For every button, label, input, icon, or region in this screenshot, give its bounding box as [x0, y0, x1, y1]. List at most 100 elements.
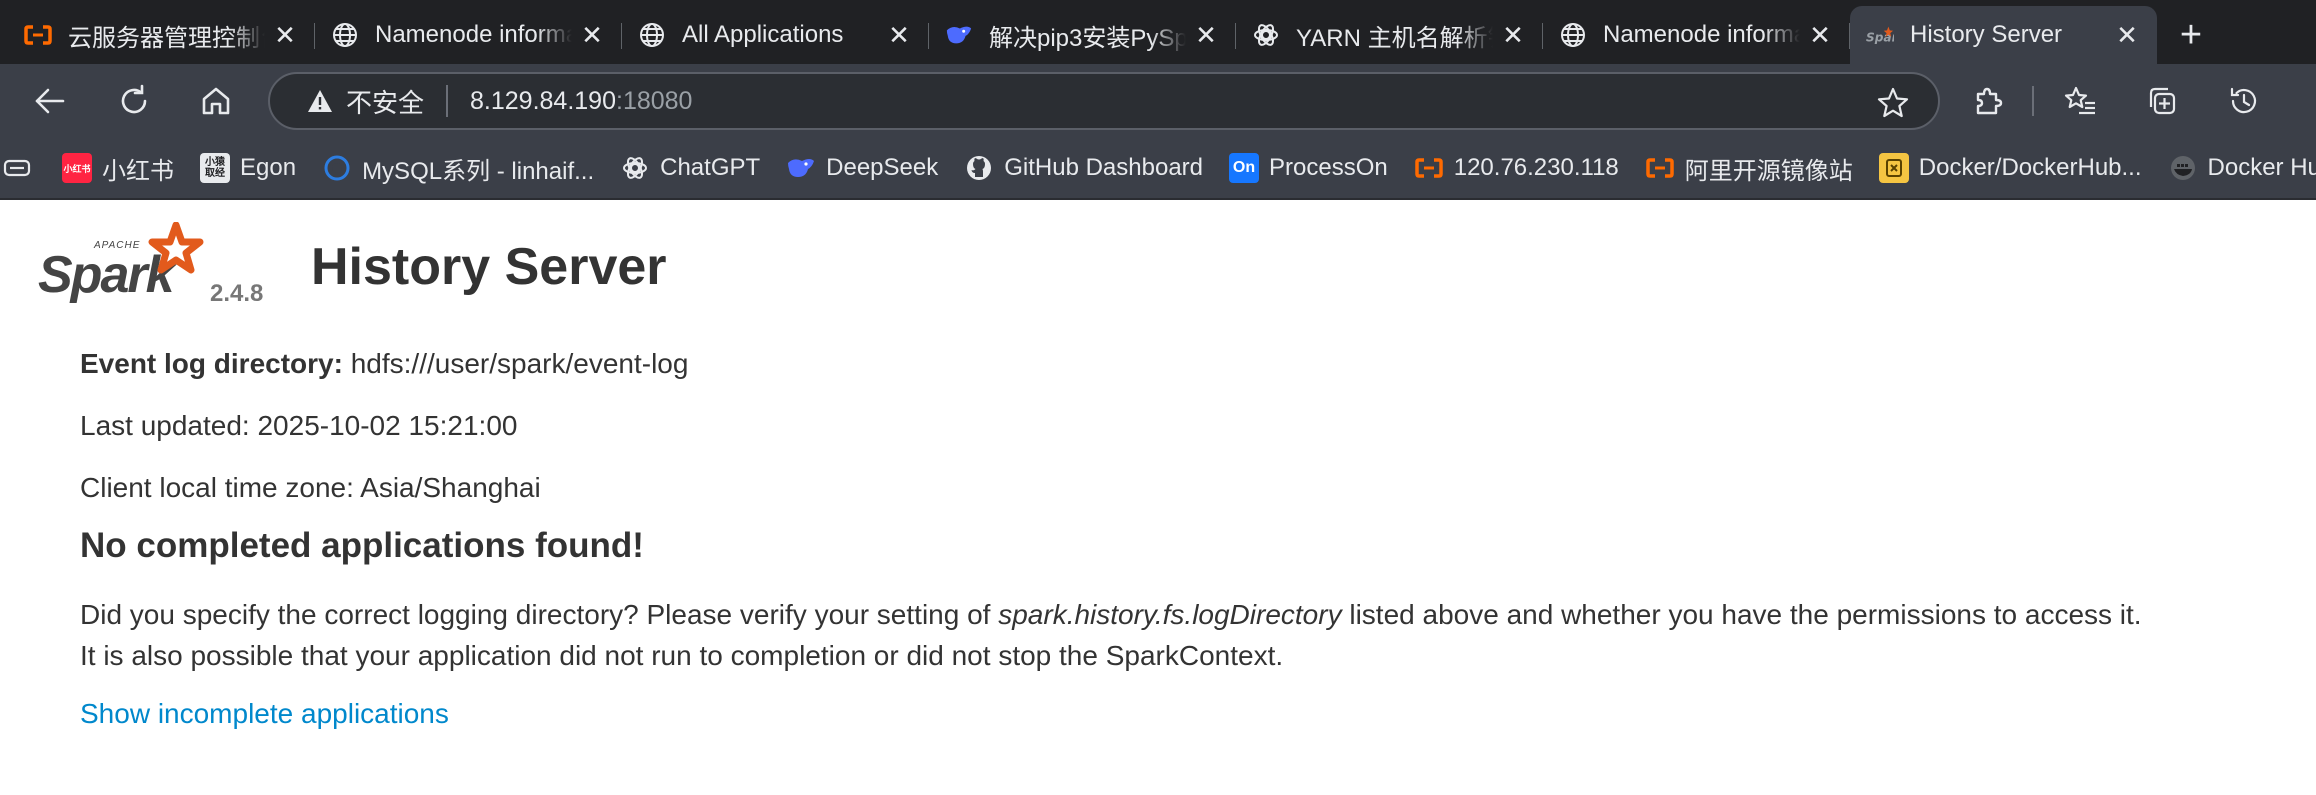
deepseek-icon: [786, 153, 816, 183]
log-directory-setting: spark.history.fs.logDirectory: [998, 599, 1342, 630]
no-applications-message: Did you specify the correct logging dire…: [80, 594, 2300, 676]
page-title: History Server: [311, 238, 667, 296]
xiaohongshu-icon: 小红书: [62, 153, 92, 183]
address-bar[interactable]: 不安全 8.129.84.190:18080: [268, 72, 1940, 130]
arrow-left-icon: [35, 88, 65, 114]
tab-namenode-2[interactable]: Namenode information ✕: [1543, 9, 1850, 61]
bookmark-label: MySQL系列 - linhaif...: [362, 157, 595, 185]
bookmarks-bar: 小红书 小红书 小猿 取经 Egon MySQL系列 - linhaif... …: [0, 138, 2316, 200]
toolbar-actions: [1960, 64, 2298, 138]
tab-history-server[interactable]: Spark History Server ✕: [1850, 6, 2157, 64]
bookmark-processon[interactable]: On ProcessOn: [1229, 153, 1388, 183]
new-tab-button[interactable]: +: [2161, 9, 2221, 61]
message-text: Did you specify the correct logging dire…: [80, 599, 999, 630]
event-log-directory: Event log directory: hdfs:///user/spark/…: [80, 348, 688, 380]
bookmark-label: DeepSeek: [826, 154, 939, 181]
browser-toolbar: 不安全 8.129.84.190:18080: [0, 64, 2316, 138]
bookmark-aliyun-mirror[interactable]: 阿里开源镜像站: [1645, 151, 1853, 186]
bookmark-label: Egon: [240, 154, 297, 181]
tab-yarn-hostname[interactable]: YARN 主机名解析错误 ✕: [1236, 9, 1543, 61]
message-text: It is also possible that your applicatio…: [80, 640, 1284, 671]
egon-icon: 小猿 取经: [200, 153, 230, 183]
bookmark-egon[interactable]: 小猿 取经 Egon: [200, 153, 296, 183]
bookmark-label: 阿里开源镜像站: [1684, 157, 1853, 185]
chatgpt-icon: [620, 153, 650, 183]
bookmark-docker-dockerhub[interactable]: Docker/DockerHub...: [1878, 153, 2142, 183]
reload-button[interactable]: [102, 69, 166, 133]
event-log-label: Event log directory:: [80, 348, 343, 379]
reload-icon: [121, 84, 147, 114]
url-port[interactable]: :18080: [616, 87, 692, 116]
client-timezone: Client local time zone: Asia/Shanghai: [80, 472, 541, 503]
docker-icon: [2168, 153, 2198, 183]
deepseek-icon: [945, 21, 973, 49]
aliyun-icon: [1414, 153, 1444, 183]
favorites-list-icon[interactable]: [2052, 73, 2108, 129]
github-icon: [964, 153, 994, 183]
extensions-icon[interactable]: [1960, 73, 2016, 129]
tab-title: Namenode information: [375, 21, 572, 48]
home-icon: [202, 87, 230, 115]
toolbar-divider: [2032, 86, 2034, 116]
docker-bookmark-icon: [1878, 153, 1909, 183]
bookmark-deepseek[interactable]: DeepSeek: [786, 153, 938, 183]
circle-icon: [322, 153, 352, 183]
bookmark-mysql-series[interactable]: MySQL系列 - linhaif...: [322, 151, 594, 186]
globe-icon: [331, 21, 359, 49]
bookmark-120-76-230-118[interactable]: 120.76.230.118: [1414, 153, 1619, 183]
bookmark-xiaohongshu[interactable]: 小红书 小红书: [62, 151, 174, 186]
close-icon[interactable]: ✕: [1192, 20, 1220, 50]
tab-all-applications[interactable]: All Applications ✕: [622, 9, 929, 61]
processon-icon: On: [1229, 153, 1260, 183]
bookmark-label: GitHub Dashboard: [1004, 154, 1204, 181]
event-log-value: hdfs:///user/spark/event-log: [350, 348, 689, 379]
aliyun-icon: [24, 21, 52, 49]
globe-icon: [638, 21, 666, 49]
close-icon[interactable]: ✕: [885, 20, 913, 50]
close-icon[interactable]: ✕: [1806, 20, 1834, 50]
tab-title: Namenode information: [1603, 21, 1800, 48]
collections-icon[interactable]: [2134, 73, 2190, 129]
tab-title: History Server: [1910, 21, 2063, 48]
spark-logo[interactable]: APACHE Spark: [36, 221, 206, 312]
spark-version: 2.4.8: [210, 280, 264, 307]
chatgpt-icon: [1252, 21, 1280, 49]
tab-title: 解决pip3安装PySpark: [989, 24, 1186, 52]
favorite-star-icon[interactable]: [1876, 86, 1910, 120]
bookmark-label: Docker/DockerHub...: [1918, 154, 2142, 181]
tab-title: All Applications: [682, 21, 844, 48]
aliyun-icon: [1645, 153, 1675, 183]
bookmark-chatgpt[interactable]: ChatGPT: [620, 153, 760, 183]
no-applications-heading: No completed applications found!: [80, 526, 644, 565]
back-button[interactable]: [18, 69, 82, 133]
tab-deepseek-pip3[interactable]: 解决pip3安装PySpark ✕: [929, 9, 1236, 61]
bookmark-label: 小红书: [102, 157, 174, 185]
tab-aliyun-console[interactable]: 云服务器管理控制台 ✕: [8, 9, 315, 61]
bookmark-label: Docker Hub: [2207, 154, 2316, 181]
home-button[interactable]: [184, 69, 248, 133]
page-content: APACHE Spark 2.4.8 History Server Event …: [0, 200, 2316, 795]
logo-wordmark: Spark: [38, 246, 178, 304]
message-text: listed above and whether you have the pe…: [1341, 599, 2142, 630]
bookmark-label: 120.76.230.118: [1453, 154, 1619, 181]
address-divider: [446, 85, 449, 117]
close-icon[interactable]: ✕: [2113, 20, 2141, 50]
tab-actions-icon[interactable]: [2, 156, 32, 180]
history-icon[interactable]: [2216, 73, 2272, 129]
tab-title: YARN 主机名解析错误: [1296, 24, 1493, 52]
tab-list: 云服务器管理控制台 ✕ Namenode information ✕ All A…: [0, 0, 2221, 64]
url-host[interactable]: 8.129.84.190: [470, 87, 616, 116]
tab-title: 云服务器管理控制台: [68, 24, 265, 52]
bookmark-docker-hub[interactable]: Docker Hub: [2168, 153, 2316, 183]
show-incomplete-applications-link[interactable]: Show incomplete applications: [80, 698, 449, 730]
tab-strip: 云服务器管理控制台 ✕ Namenode information ✕ All A…: [0, 0, 2316, 64]
close-icon[interactable]: ✕: [578, 20, 606, 50]
bookmark-label: ProcessOn: [1269, 154, 1388, 181]
close-icon[interactable]: ✕: [1499, 20, 1527, 50]
tab-namenode-1[interactable]: Namenode information ✕: [315, 9, 622, 61]
bookmark-label: ChatGPT: [660, 154, 761, 181]
bookmark-github-dashboard[interactable]: GitHub Dashboard: [964, 153, 1203, 183]
security-label[interactable]: 不安全: [346, 83, 424, 120]
close-icon[interactable]: ✕: [271, 20, 299, 50]
warning-icon[interactable]: [306, 87, 334, 115]
